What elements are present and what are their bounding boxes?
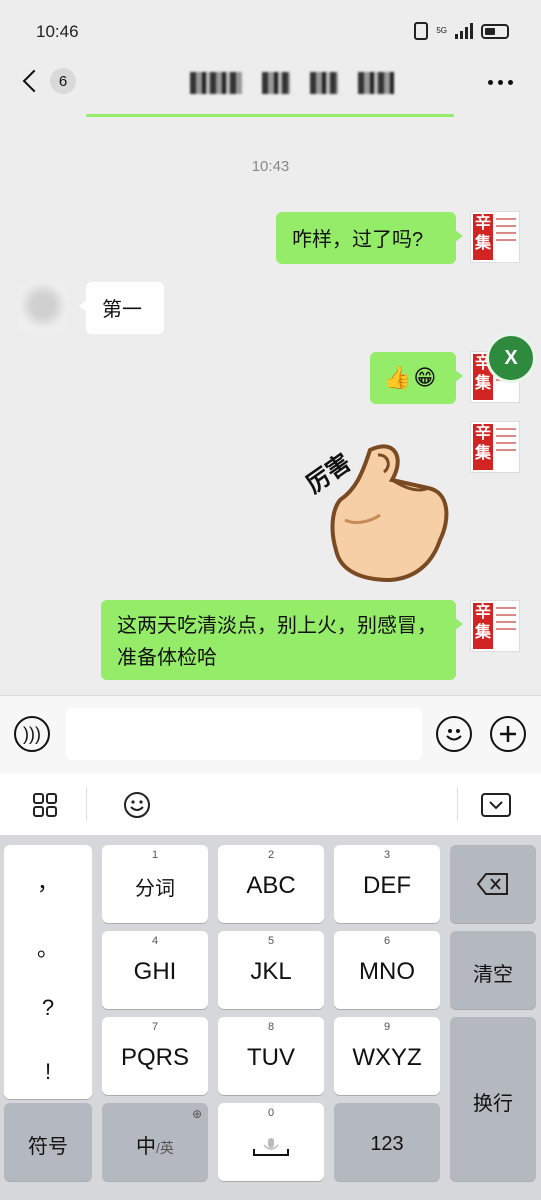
punct-period-key[interactable]: 。 [4,931,92,963]
globe-icon: ⊕ [191,1107,202,1121]
contact-avatar[interactable] [18,282,68,334]
more-actions-button[interactable] [490,716,526,752]
top-divider [86,114,454,117]
key-9[interactable]: 9 WXYZ [334,1017,440,1095]
key-1[interactable]: 1 分词 [102,845,208,923]
message-bubble-sent[interactable]: 咋样，过了吗? [276,212,463,264]
clear-key[interactable]: 清空 [450,931,536,1009]
punct-exclaim-key[interactable]: ! [4,1059,92,1085]
back-button[interactable]: 6 [20,68,76,94]
more-options-button[interactable] [488,80,513,85]
key-2[interactable]: 2 ABC [218,845,324,923]
thumbs-up-emoji-icon: 👍 [384,365,412,390]
keyboard-toolbar [0,773,541,835]
punct-comma-key[interactable]: ， [4,865,92,897]
numbers-key[interactable]: 123 [334,1103,440,1181]
thumbs-up-sticker[interactable] [300,430,460,590]
symbols-key[interactable]: 符号 [4,1103,92,1181]
key-7[interactable]: 7 PQRS [102,1017,208,1095]
status-bar: 10:46 5G [0,0,541,60]
key-8[interactable]: 8 TUV [218,1017,324,1095]
my-avatar[interactable]: 辛集 [470,600,520,652]
message-text: 第一 [102,299,142,321]
key-6[interactable]: 6 MNO [334,931,440,1009]
hide-keyboard-icon[interactable] [480,792,512,818]
apps-grid-icon[interactable] [32,792,58,818]
status-icons: 5G [414,22,509,40]
language-switch-key[interactable]: ⊕ 中/英 [102,1103,208,1181]
unread-count-badge: 6 [50,68,76,94]
message-text: 咋样，过了吗? [292,229,424,251]
punctuation-column: ， 。 ? ! [4,845,92,1099]
key-3[interactable]: 3 DEF [334,845,440,923]
my-avatar[interactable]: 辛集 [470,421,520,473]
mic-space-icon [253,1138,289,1156]
message-bubble-sent[interactable]: 这两天吃清淡点，别上火，别感冒，准备体检哈 [101,600,463,680]
key-5[interactable]: 5 JKL [218,931,324,1009]
message-text-input[interactable] [66,708,422,760]
battery-icon [481,23,509,39]
voice-icon: ))) [23,723,41,744]
punct-question-key[interactable]: ? [4,995,92,1021]
backspace-icon [476,873,508,895]
emoji-button[interactable] [436,716,472,752]
status-time: 10:46 [36,22,79,41]
grin-emoji-icon: 😁 [413,365,437,390]
message-timestamp: 10:43 [251,158,290,175]
chat-title-redacted [190,72,394,94]
space-key[interactable]: 0 [218,1103,324,1181]
emoji-keyboard-icon[interactable] [123,791,151,819]
voice-input-button[interactable]: ))) [14,716,50,752]
vibrate-icon [414,22,429,40]
chevron-left-icon [22,69,46,93]
keyboard: ， 。 ? ! 1 分词 2 ABC 3 DEF 4 GHI 5 JKL 6 M… [0,835,541,1200]
close-floating-button[interactable]: X [486,333,536,383]
key-4[interactable]: 4 GHI [102,931,208,1009]
network-type-label: 5G [436,26,447,35]
plus-icon [500,726,516,742]
backspace-key[interactable] [450,845,536,923]
message-bubble-received[interactable]: 第一 [79,282,164,334]
avatar-book-cover: 辛集 [473,214,493,260]
message-bubble-sent[interactable]: 👍 😁 [370,352,463,404]
chat-header: 6 [0,60,541,110]
message-text: 这两天吃清淡点，别上火，别感冒，准备体检哈 [117,615,437,669]
signal-icon [455,23,473,39]
smiley-icon [446,729,462,741]
avatar-book-cover: 辛集 [473,603,493,649]
enter-key[interactable]: 换行 [450,1017,536,1181]
message-input-bar: ))) [0,695,541,773]
avatar-book-cover: 辛集 [473,424,493,470]
my-avatar[interactable]: 辛集 [470,211,520,263]
